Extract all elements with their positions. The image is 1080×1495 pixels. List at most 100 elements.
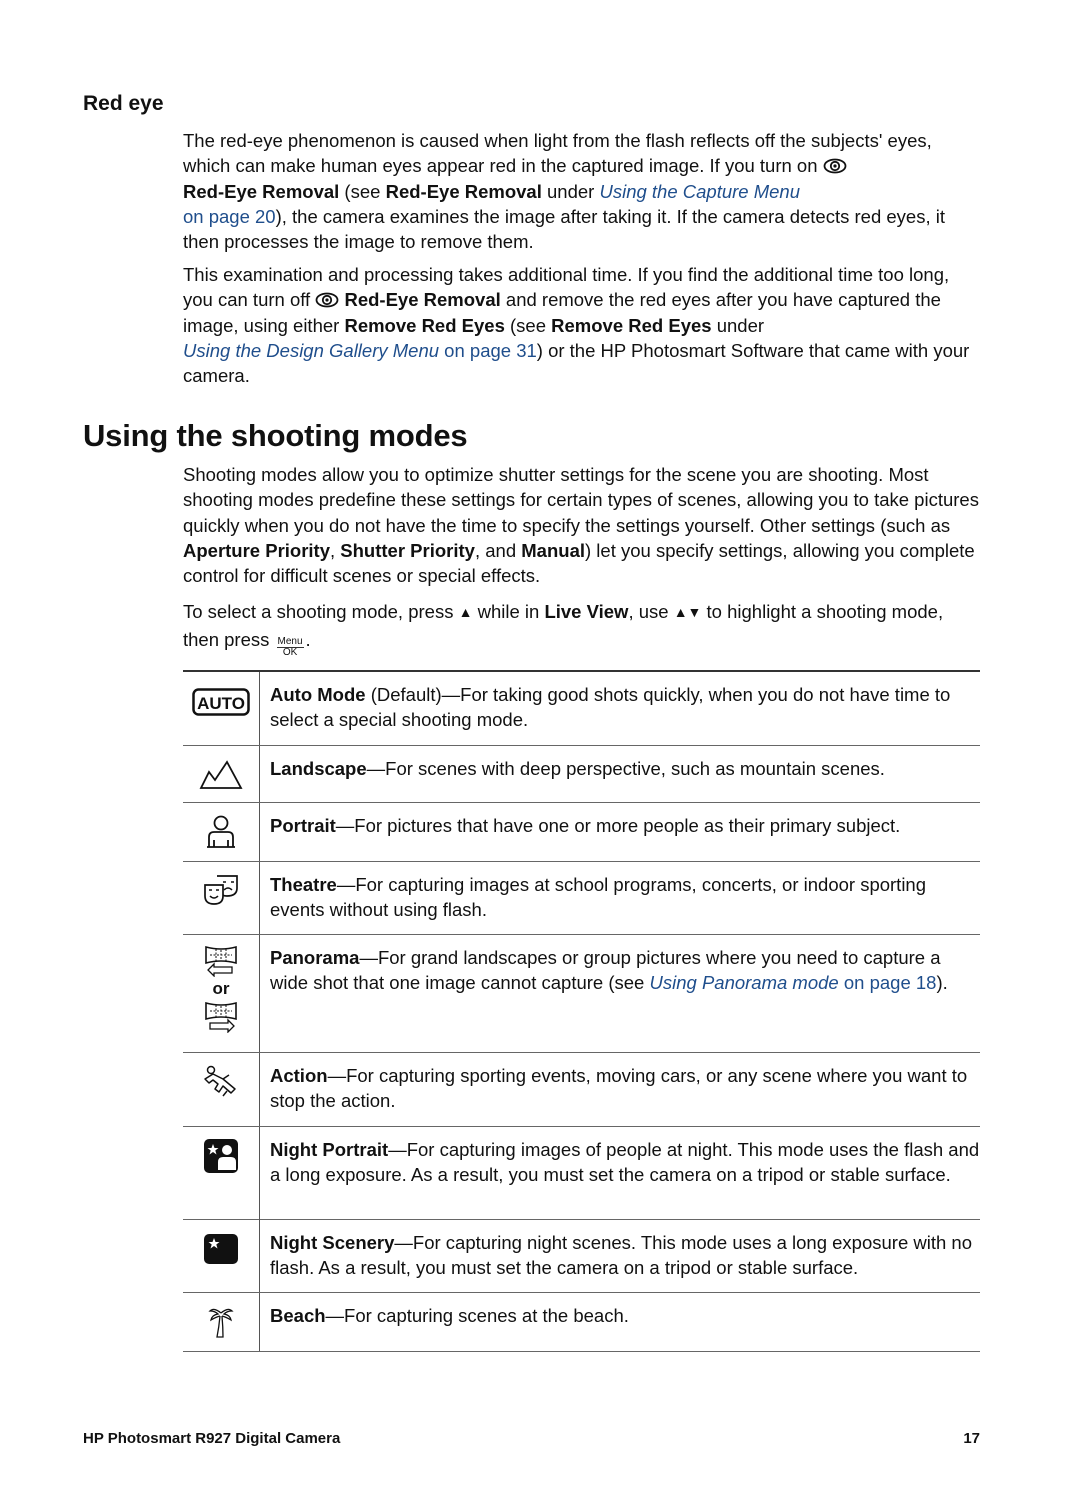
landscape-icon — [199, 759, 243, 789]
section-heading-shooting-modes: Using the shooting modes — [83, 418, 468, 453]
page-number: 17 — [963, 1430, 980, 1447]
text: , use — [628, 601, 674, 622]
footer-title: HP Photosmart R927 Digital Camera — [83, 1430, 341, 1447]
ok-label: OK — [282, 647, 298, 658]
action-icon — [204, 1065, 236, 1097]
link-italic[interactable]: Using the Design Gallery Menu — [183, 340, 439, 361]
mode-row-auto: AUTO Auto Mode (Default)—For taking good… — [183, 669, 980, 746]
panorama-left-icon — [205, 946, 237, 978]
icon-cell: AUTO — [183, 669, 260, 746]
text: Shooting modes allow you to optimize shu… — [183, 464, 979, 536]
mode-name: Landscape — [270, 757, 367, 779]
mode-row-action: Action—For capturing sporting events, mo… — [183, 1052, 980, 1127]
icon-cell: or — [183, 934, 260, 1054]
svg-text:AUTO: AUTO — [197, 694, 245, 713]
night-portrait-icon — [204, 1138, 238, 1173]
link-using-panorama-mode[interactable]: Using Panorama mode on page 18 — [650, 972, 937, 993]
menu-ok-button-icon: Menu OK — [276, 637, 304, 658]
mode-name: Auto Mode — [270, 684, 366, 705]
mode-row-night-scenery: Night Scenery—For capturing night scenes… — [183, 1218, 980, 1294]
section-heading-red-eye: Red eye — [83, 92, 164, 115]
icon-cell — [183, 860, 260, 936]
link-italic[interactable]: Using Panorama mode — [650, 972, 839, 993]
up-down-arrows-icon: ▲▼ — [673, 604, 702, 620]
mode-row-theatre: Theatre—For capturing images at school p… — [183, 860, 980, 936]
mode-name: Action — [270, 1065, 328, 1087]
icon-cell — [183, 1125, 260, 1220]
text: —For scenes with deep perspective, such … — [366, 757, 885, 779]
mode-row-beach: Beach—For capturing scenes at the beach. — [183, 1292, 980, 1353]
red-eye-icon — [823, 158, 847, 174]
mode-row-night-portrait: Night Portrait—For capturing images of p… — [183, 1125, 980, 1220]
shooting-modes-paragraph-1: Shooting modes allow you to optimize shu… — [183, 462, 983, 588]
mode-description: Landscape—For scenes with deep perspecti… — [259, 744, 980, 803]
up-arrow-icon: ▲ — [458, 604, 473, 620]
mode-description: Beach—For capturing scenes at the beach. — [259, 1292, 980, 1353]
red-eye-paragraph-1: The red-eye phenomenon is caused when li… — [183, 128, 983, 254]
text: —For capturing scenes at the beach. — [325, 1305, 629, 1327]
red-eye-paragraph-2: This examination and processing takes ad… — [183, 262, 983, 388]
text: ). — [936, 972, 948, 994]
night-scenery-icon — [204, 1233, 238, 1264]
text: under — [711, 314, 765, 336]
mode-name: Portrait — [270, 814, 336, 836]
link-page[interactable]: on page 31 — [439, 340, 537, 361]
text: . — [305, 629, 311, 650]
bold-term: Remove Red Eyes — [344, 314, 505, 336]
mode-description: Night Portrait—For capturing images of p… — [259, 1125, 980, 1220]
mode-description: Theatre—For capturing images at school p… — [259, 860, 980, 936]
icon-cell — [183, 744, 260, 803]
mode-description: Action—For capturing sporting events, mo… — [259, 1052, 980, 1127]
mode-row-panorama: or Panorama—For grand landscapes or grou… — [183, 934, 980, 1054]
mode-row-portrait: Portrait—For pictures that have one or m… — [183, 801, 980, 862]
or-label: or — [212, 979, 230, 999]
bold-term: Red-Eye Removal — [385, 180, 542, 202]
link-page[interactable]: on page 18 — [839, 972, 937, 993]
text: ), the camera examines the image after t… — [183, 205, 945, 253]
text: To select a shooting mode, press — [183, 601, 459, 622]
text: —For capturing sporting events, moving c… — [270, 1065, 968, 1112]
text: , and — [474, 539, 522, 561]
mode-name: Panorama — [270, 947, 360, 969]
bold-term: Remove Red Eyes — [551, 314, 712, 336]
mode-description: Panorama—For grand landscapes or group p… — [259, 934, 980, 1054]
bold-term: Aperture Priority — [183, 539, 331, 561]
beach-icon — [208, 1309, 234, 1339]
icon-cell — [183, 1292, 260, 1353]
mode-description: Auto Mode (Default)—For taking good shot… — [259, 669, 980, 746]
bold-term: Manual — [521, 539, 585, 561]
mode-description: Portrait—For pictures that have one or m… — [259, 801, 980, 862]
bold-term: Red-Eye Removal — [183, 180, 340, 202]
bold-term: Red-Eye Removal — [344, 289, 501, 311]
icon-cell — [183, 1052, 260, 1127]
bold-term: Shutter Priority — [340, 539, 475, 561]
icon-cell — [183, 1218, 260, 1294]
shooting-modes-paragraph-2: To select a shooting mode, press ▲ while… — [183, 598, 983, 658]
panorama-right-icon — [205, 1002, 237, 1034]
text: —For capturing images at school programs… — [270, 873, 927, 920]
text: —For pictures that have one or more peop… — [335, 814, 901, 836]
theatre-icon — [204, 874, 238, 905]
mode-name: Night Scenery — [270, 1231, 395, 1253]
text: while in — [472, 601, 545, 622]
text: , — [330, 539, 341, 561]
link-italic[interactable]: Using the Capture Menu — [599, 181, 800, 202]
icon-cell — [183, 801, 260, 862]
mode-description: Night Scenery—For capturing night scenes… — [259, 1218, 980, 1294]
shooting-modes-table: AUTO Auto Mode (Default)—For taking good… — [183, 669, 980, 1353]
text: under — [541, 180, 600, 202]
text: (see — [504, 314, 552, 336]
mode-row-landscape: Landscape—For scenes with deep perspecti… — [183, 744, 980, 803]
portrait-icon — [207, 815, 235, 848]
text: (Default)—For taking good shots quickly,… — [270, 684, 951, 731]
mode-name: Beach — [270, 1305, 326, 1327]
mode-name: Night Portrait — [270, 1138, 389, 1160]
bold-term: Live View — [544, 601, 629, 622]
auto-mode-icon: AUTO — [192, 688, 250, 716]
mode-name: Theatre — [270, 873, 337, 895]
text: (see — [339, 180, 386, 202]
link-design-gallery-menu[interactable]: Using the Design Gallery Menu on page 31 — [183, 340, 537, 361]
red-eye-icon — [315, 292, 339, 308]
link-page[interactable]: on page 20 — [183, 206, 276, 227]
text: The red-eye phenomenon is caused when li… — [183, 130, 932, 177]
